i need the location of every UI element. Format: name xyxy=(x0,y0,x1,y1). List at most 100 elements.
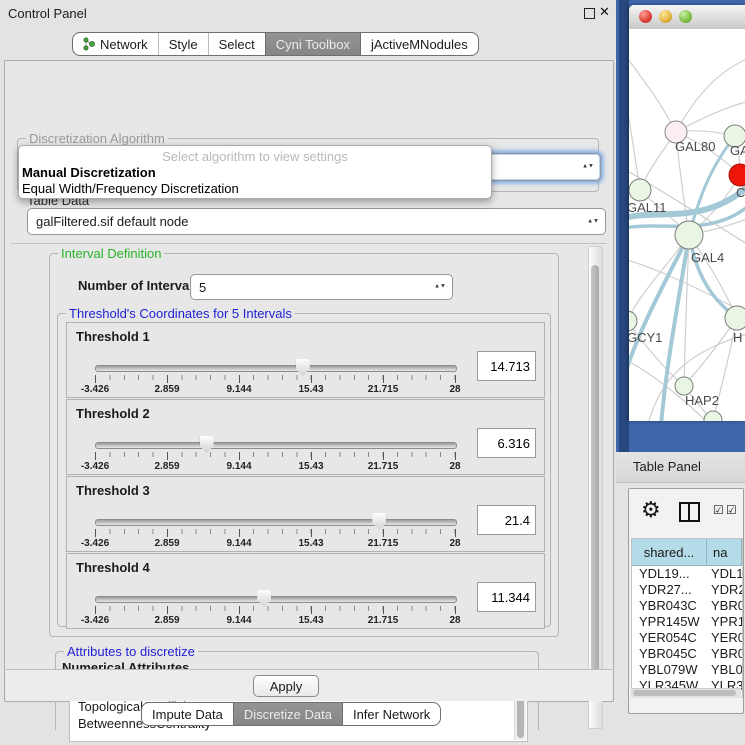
thresholds-group: Threshold's Coordinates for 5 Intervals … xyxy=(57,313,551,627)
threshold-3-slider[interactable]: -3.426 2.859 9.144 15.43 21.715 28 xyxy=(95,513,455,549)
slider-ticks xyxy=(95,452,455,460)
checkbox-icon[interactable]: ☑ xyxy=(726,503,737,517)
slider-thumb[interactable] xyxy=(257,590,271,607)
algorithm-dropdown-popup: Select algorithm to view settings Manual… xyxy=(18,145,492,199)
slider-track xyxy=(95,596,457,603)
scrollbar-thumb[interactable] xyxy=(591,265,599,695)
columns-icon[interactable] xyxy=(679,502,700,522)
slider-track xyxy=(95,442,457,449)
threshold-1-value-field[interactable] xyxy=(477,351,536,381)
threshold-4-slider[interactable]: -3.426 2.859 9.144 15.43 21.715 28 xyxy=(95,590,455,626)
apply-button[interactable]: Apply xyxy=(253,675,319,697)
threshold-3-box: Threshold 3 -3.426 2.859 9.144 15.43 21 xyxy=(66,476,545,552)
slider-scale: -3.426 2.859 9.144 15.43 21.715 28 xyxy=(95,538,455,549)
threshold-label: Threshold 3 xyxy=(76,483,150,498)
threshold-1-box: Threshold 1 -3.426 2.859 9.144 15.43 21 xyxy=(66,322,545,398)
slider-scale: -3.426 2.859 9.144 15.43 21.715 28 xyxy=(95,615,455,626)
table-toolbar: ⚙ ☑ ☑ xyxy=(629,489,743,536)
table-panel: ⚙ ☑ ☑ shared... na YDL19...YDL1 YDR27...… xyxy=(628,488,744,714)
minimize-traffic-light[interactable] xyxy=(659,10,672,23)
node-label: GAL11 xyxy=(629,200,667,215)
node-h[interactable] xyxy=(725,306,745,330)
slider-scale: -3.426 2.859 9.144 15.43 21.715 28 xyxy=(95,461,455,472)
group-title: Discretization Algorithm xyxy=(26,131,168,146)
group-title: Interval Definition xyxy=(58,246,164,261)
threshold-3-value-field[interactable] xyxy=(477,505,536,535)
gear-icon[interactable]: ⚙ xyxy=(641,497,661,523)
slider-track xyxy=(95,519,457,526)
node-label: GA xyxy=(730,143,745,158)
column-header-name[interactable]: na xyxy=(707,539,742,565)
popup-placeholder-item: Select algorithm to view settings xyxy=(19,149,491,164)
threshold-2-slider[interactable]: -3.426 2.859 9.144 15.43 21.715 28 xyxy=(95,436,455,472)
threshold-label: Threshold 2 xyxy=(76,406,150,421)
popup-option-equal-width-frequency[interactable]: Equal Width/Frequency Discretization xyxy=(22,181,239,196)
node-attribute-table[interactable]: shared... na YDL19...YDL1 YDR27...YDR2 Y… xyxy=(631,538,743,698)
bottom-bar: Apply xyxy=(6,669,612,701)
number-of-intervals-combobox[interactable]: 5 ▲▼ xyxy=(190,274,453,300)
slider-thumb[interactable] xyxy=(296,359,310,376)
table-data-combobox[interactable]: galFiltered.sif default node ▲▼ xyxy=(27,208,606,235)
network-icon xyxy=(83,37,95,51)
table-row[interactable]: YBR045CYBR0 xyxy=(632,646,742,662)
node-label: C xyxy=(736,185,745,200)
stepper-arrows-icon: ▲▼ xyxy=(582,165,594,170)
threshold-2-value-field[interactable] xyxy=(477,428,536,458)
table-row[interactable]: YDR27...YDR2 xyxy=(632,582,742,598)
stepper-arrows-icon: ▲▼ xyxy=(434,285,446,290)
column-header-shared[interactable]: shared... xyxy=(632,539,707,565)
network-view-window: GAL80 GA C GAL11 GAL4 GCY1 H HAP2 xyxy=(629,5,745,421)
slider-ticks xyxy=(95,606,455,614)
threshold-label: Threshold 1 xyxy=(76,329,150,344)
threshold-2-box: Threshold 2 -3.426 2.859 9.144 15.43 21 xyxy=(66,399,545,475)
table-row[interactable]: YBR043CYBR0 xyxy=(632,598,742,614)
threshold-1-slider[interactable]: -3.426 2.859 9.144 15.43 21.715 28 xyxy=(95,359,455,395)
close-icon[interactable]: ✕ xyxy=(599,4,610,20)
slider-thumb[interactable] xyxy=(372,513,386,530)
node-label: GCY1 xyxy=(629,330,662,345)
threshold-4-value-field[interactable] xyxy=(477,582,536,612)
tab-jactivemnodules[interactable]: jActiveMNodules xyxy=(360,33,478,55)
bottom-tab-strip: Impute Data Discretize Data Infer Networ… xyxy=(141,702,441,726)
table-horizontal-scrollbar[interactable] xyxy=(631,688,741,698)
tab-discretize-data[interactable]: Discretize Data xyxy=(233,703,342,725)
slider-track xyxy=(95,365,457,372)
tab-impute-data[interactable]: Impute Data xyxy=(142,703,233,725)
node-label: GAL80 xyxy=(675,139,715,154)
tab-select[interactable]: Select xyxy=(208,33,265,55)
tab-cyni-toolbox[interactable]: Cyni Toolbox xyxy=(265,33,360,55)
group-title: Attributes to discretize xyxy=(64,644,198,659)
node-label: H xyxy=(733,330,742,345)
float-window-icon[interactable] xyxy=(584,8,595,19)
network-canvas[interactable]: GAL80 GA C GAL11 GAL4 GCY1 H HAP2 xyxy=(629,29,745,421)
slider-ticks xyxy=(95,529,455,537)
tab-style[interactable]: Style xyxy=(158,33,208,55)
table-row[interactable]: YPR145WYPR1 xyxy=(632,614,742,630)
table-panel-titlebar: Table Panel xyxy=(616,452,745,483)
tab-infer-network[interactable]: Infer Network xyxy=(342,703,440,725)
checkbox-icon[interactable]: ☑ xyxy=(713,503,724,517)
scrollbar-thumb[interactable] xyxy=(633,690,736,696)
node-gal4[interactable] xyxy=(675,221,703,249)
slider-thumb[interactable] xyxy=(200,436,214,453)
slider-scale: -3.426 2.859 9.144 15.43 21.715 28 xyxy=(95,384,455,395)
tab-label: Network xyxy=(100,37,148,52)
panel-title: Control Panel xyxy=(8,6,87,21)
node-gal11[interactable] xyxy=(629,179,651,201)
popup-option-manual-discretization[interactable]: Manual Discretization xyxy=(22,165,156,180)
number-of-intervals-value: 5 xyxy=(199,280,206,295)
close-traffic-light[interactable] xyxy=(639,10,652,23)
window-frame-edge xyxy=(619,0,629,452)
table-panel-title: Table Panel xyxy=(633,459,701,474)
network-window-titlebar[interactable] xyxy=(629,5,745,30)
zoom-traffic-light[interactable] xyxy=(679,10,692,23)
table-row[interactable]: YER054CYER0 xyxy=(632,630,742,646)
table-row[interactable]: YBL079WYBL0 xyxy=(632,662,742,678)
table-row[interactable]: YDL19...YDL1 xyxy=(632,566,742,582)
node-bottom[interactable] xyxy=(704,411,722,421)
settings-scrollbar[interactable] xyxy=(588,246,603,729)
top-tab-strip: Network Style Select Cyni Toolbox jActiv… xyxy=(72,32,479,56)
table-data-value: galFiltered.sif default node xyxy=(36,214,188,229)
tab-network[interactable]: Network xyxy=(73,33,158,55)
node-gcy1[interactable] xyxy=(629,311,637,331)
